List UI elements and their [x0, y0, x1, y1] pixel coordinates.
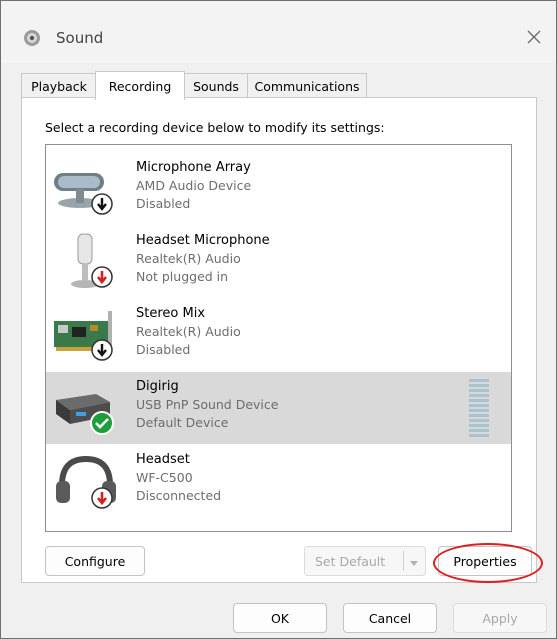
- title-bar: Sound: [1, 1, 556, 63]
- device-name: Headset Microphone: [136, 233, 270, 248]
- properties-button[interactable]: Properties: [438, 546, 532, 576]
- tab-playback[interactable]: Playback: [21, 73, 97, 98]
- device-name: Digirig: [136, 379, 179, 394]
- device-status: Disabled: [136, 342, 191, 357]
- apply-button[interactable]: Apply: [453, 603, 547, 633]
- level-meter: [469, 379, 489, 437]
- sound-card-icon: [52, 305, 122, 367]
- microphone-array-icon: [52, 159, 122, 221]
- instructions-label: Select a recording device below to modif…: [45, 120, 385, 135]
- headset-microphone-icon: [52, 232, 122, 294]
- sound-dialog: Sound Playback Recording Sounds Communic…: [0, 0, 557, 639]
- device-name: Stereo Mix: [136, 306, 206, 321]
- usb-audio-device-icon: [52, 378, 122, 440]
- device-list[interactable]: Microphone Array AMD Audio Device Disabl…: [45, 144, 512, 532]
- device-status: Disabled: [136, 196, 191, 211]
- configure-button[interactable]: Configure: [45, 546, 145, 576]
- recording-panel: Select a recording device below to modif…: [21, 97, 537, 583]
- device-headset-microphone[interactable]: Headset Microphone Realtek(R) Audio Not …: [46, 226, 511, 298]
- split-separator: [403, 551, 404, 571]
- device-status: Disconnected: [136, 488, 222, 503]
- ok-button[interactable]: OK: [233, 603, 327, 633]
- device-headset[interactable]: Headset WF-C500 Disconnected: [46, 445, 511, 517]
- device-status: Not plugged in: [136, 269, 229, 284]
- window-title: Sound: [56, 29, 104, 47]
- device-driver: Realtek(R) Audio: [136, 324, 241, 339]
- tab-communications[interactable]: Communications: [247, 73, 367, 98]
- set-default-split-button[interactable]: Set Default: [304, 546, 426, 576]
- device-driver: WF-C500: [136, 470, 193, 485]
- chevron-down-icon[interactable]: [409, 556, 419, 571]
- device-microphone-array[interactable]: Microphone Array AMD Audio Device Disabl…: [46, 153, 511, 225]
- device-status: Default Device: [136, 415, 229, 430]
- device-driver: USB PnP Sound Device: [136, 397, 279, 412]
- device-driver: Realtek(R) Audio: [136, 251, 241, 266]
- speaker-icon: [23, 29, 41, 47]
- device-name: Headset: [136, 452, 190, 467]
- cancel-button[interactable]: Cancel: [343, 603, 437, 633]
- tab-sounds[interactable]: Sounds: [183, 73, 249, 98]
- device-digirig[interactable]: Digirig USB PnP Sound Device Default Dev…: [46, 372, 511, 444]
- close-icon[interactable]: [520, 23, 548, 51]
- headset-icon: [52, 451, 122, 513]
- device-name: Microphone Array: [136, 160, 251, 175]
- tab-recording[interactable]: Recording: [95, 71, 185, 100]
- device-driver: AMD Audio Device: [136, 178, 252, 193]
- device-stereo-mix[interactable]: Stereo Mix Realtek(R) Audio Disabled: [46, 299, 511, 371]
